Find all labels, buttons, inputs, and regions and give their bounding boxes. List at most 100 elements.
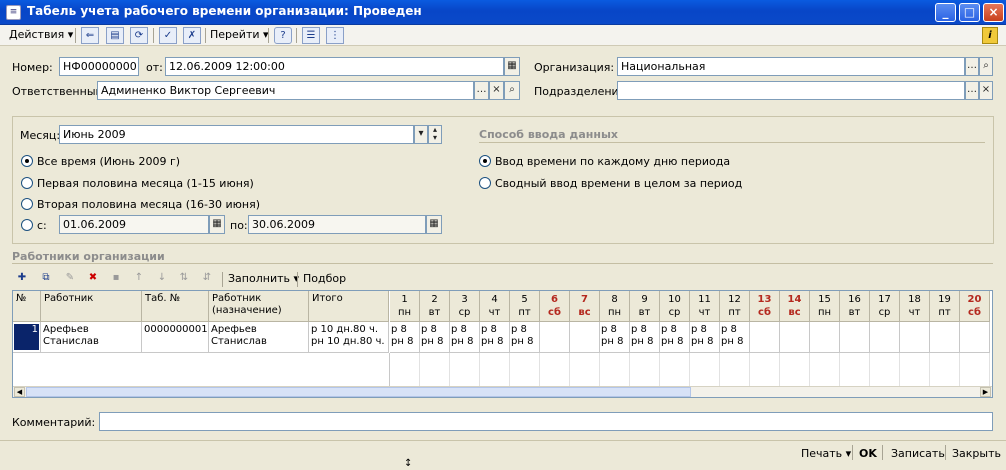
maximize-button[interactable]: □ [959,3,980,22]
period-to-date-field[interactable]: 30.06.2009 [248,215,426,234]
day-column-header[interactable]: 10 ср [660,291,690,322]
day-cell[interactable]: р 8 рн 8 [720,322,750,353]
input-method-daily-label[interactable]: Ввод времени по каждому дню периода [495,155,730,168]
column-header-total[interactable]: Итого [309,291,389,322]
sort-asc-icon[interactable]: ⇅ [175,269,193,286]
total-cell[interactable]: р 10 дн.80 ч. рн 10 дн.80 ч. [309,322,389,353]
period-from-date-field[interactable]: 01.06.2009 [59,215,209,234]
tab-number-cell[interactable]: 0000000001 [142,322,209,353]
day-column-header[interactable]: 20 сб [960,291,990,322]
period-option-second-half-label[interactable]: Вторая половина месяца (16-30 июня) [37,198,260,211]
day-cell[interactable]: р 8 рн 8 [390,322,420,353]
input-method-daily-radio[interactable] [479,155,491,167]
day-column-header[interactable]: 14 вс [780,291,810,322]
timesheet-table[interactable]: № Работник Таб. № Работник (назначение) … [12,290,993,398]
unpost-document-icon[interactable]: ✗ [183,27,201,44]
print-menu[interactable]: Печать ▾ [801,447,851,460]
select-button[interactable]: Подбор [303,272,346,285]
table-list-icon[interactable]: ☰ [302,27,320,44]
add-row-icon[interactable]: ✚ [13,269,31,286]
move-up-icon[interactable]: ↑ [130,269,148,286]
ok-button[interactable]: OK [859,447,877,460]
day-column-header[interactable]: 8 пн [600,291,630,322]
day-cell[interactable]: р 8 рн 8 [660,322,690,353]
day-cell[interactable]: р 8 рн 8 [420,322,450,353]
day-column-header[interactable]: 6 сб [540,291,570,322]
period-option-first-half-radio[interactable] [21,177,33,189]
info-icon[interactable]: i [982,27,998,44]
day-cell[interactable]: р 8 рн 8 [510,322,540,353]
day-column-header[interactable]: 16 вт [840,291,870,322]
edit-row-icon[interactable]: ✎ [61,269,79,286]
day-column-header[interactable]: 1 пн [390,291,420,322]
day-column-header[interactable]: 3 ср [450,291,480,322]
end-edit-icon[interactable]: ▪ [107,269,125,286]
responsible-field[interactable]: Админенко Виктор Сергеевич [97,81,474,100]
day-cell[interactable] [900,322,930,353]
goto-menu[interactable]: Перейти ▾ [210,28,269,41]
input-method-summary-label[interactable]: Сводный ввод времени в целом за период [495,177,742,190]
month-dropdown-icon[interactable]: ▾ [414,125,428,144]
sort-desc-icon[interactable]: ⇵ [198,269,216,286]
worker-cell[interactable]: Арефьев Станислав [41,322,142,353]
day-cell[interactable]: р 8 рн 8 [630,322,660,353]
post-document-icon[interactable]: ✓ [159,27,177,44]
day-column-header[interactable]: 12 пт [720,291,750,322]
day-column-header[interactable]: 11 чт [690,291,720,322]
organization-search-icon[interactable]: ⌕ [979,57,993,76]
division-clear-icon[interactable]: × [979,81,993,100]
day-column-header[interactable]: 19 пт [930,291,960,322]
resize-arrow-icon[interactable]: ↕ [404,458,412,469]
division-field[interactable] [617,81,965,100]
period-option-first-half-label[interactable]: Первая половина месяца (1-15 июня) [37,177,254,190]
period-to-calendar-icon[interactable]: ▦ [426,215,442,234]
day-cell[interactable] [570,322,600,353]
move-down-icon[interactable]: ↓ [153,269,171,286]
fill-menu[interactable]: Заполнить ▾ [228,272,299,285]
period-from-calendar-icon[interactable]: ▦ [209,215,225,234]
division-select-button[interactable]: … [965,81,979,100]
close-form-button[interactable]: Закрыть [952,447,1001,460]
scroll-thumb[interactable] [26,387,691,397]
day-cell[interactable] [960,322,990,353]
responsible-select-button[interactable]: … [474,81,489,100]
period-option-second-half-radio[interactable] [21,198,33,210]
organization-field[interactable]: Национальная [617,57,965,76]
period-option-custom-label[interactable]: с: [37,219,47,232]
day-cell[interactable] [780,322,810,353]
day-column-header[interactable]: 9 вт [630,291,660,322]
day-cell[interactable] [870,322,900,353]
copy-row-icon[interactable]: ⧉ [37,269,55,286]
help-icon[interactable]: ? [274,27,292,44]
scroll-left-icon[interactable]: ◀ [14,387,25,397]
back-arrow-icon[interactable]: ⇐ [81,27,99,44]
delete-row-icon[interactable]: ✖ [84,269,102,286]
document-view-icon[interactable]: ▤ [106,27,124,44]
responsible-search-icon[interactable]: ⌕ [504,81,520,100]
column-header-num[interactable]: № [13,291,41,322]
row-number-cell[interactable]: 1 [13,322,41,353]
save-button[interactable]: Записать [891,447,945,460]
period-option-all-radio[interactable] [21,155,33,167]
day-column-header[interactable]: 17 ср [870,291,900,322]
day-column-header[interactable]: 7 вс [570,291,600,322]
day-cell[interactable]: р 8 рн 8 [450,322,480,353]
day-column-header[interactable]: 18 чт [900,291,930,322]
organization-select-button[interactable]: … [965,57,979,76]
tree-list-icon[interactable]: ⋮ [326,27,344,44]
scroll-right-icon[interactable]: ▶ [980,387,991,397]
day-column-header[interactable]: 15 пн [810,291,840,322]
calendar-icon[interactable]: ▦ [504,57,520,76]
day-cell[interactable] [840,322,870,353]
refresh-icon[interactable]: ⟳ [130,27,148,44]
period-option-custom-radio[interactable] [21,219,33,231]
column-header-tab[interactable]: Таб. № [142,291,209,322]
month-spin-button[interactable]: ▴ ▾ [428,125,442,144]
day-cell[interactable] [540,322,570,353]
day-cell[interactable]: р 8 рн 8 [480,322,510,353]
day-column-header[interactable]: 4 чт [480,291,510,322]
day-column-header[interactable]: 5 пт [510,291,540,322]
minimize-button[interactable]: _ [935,3,956,22]
day-cell[interactable] [750,322,780,353]
month-field[interactable]: Июнь 2009 [59,125,414,144]
